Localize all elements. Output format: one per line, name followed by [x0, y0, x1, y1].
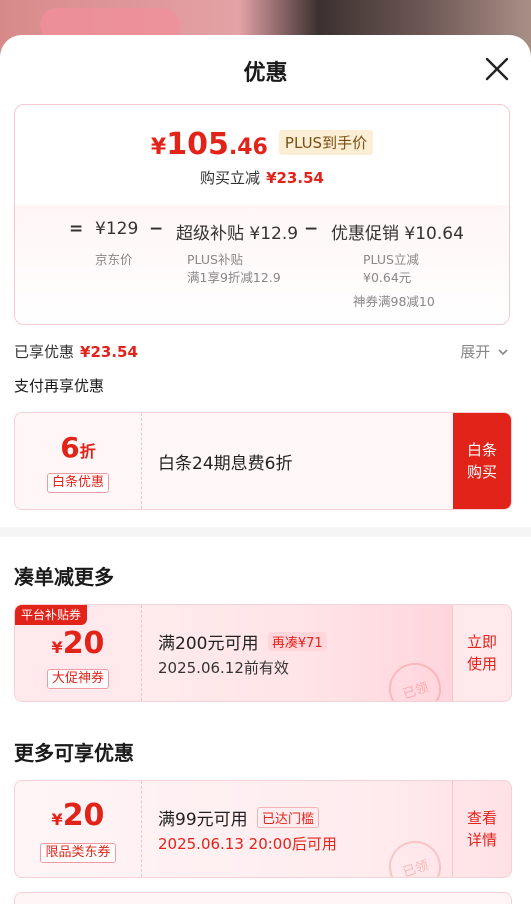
baitiao-description: 白条24期息费6折: [158, 454, 293, 474]
instant-discount-label: 购买立减: [200, 169, 261, 187]
discount-value: 6折: [15, 433, 141, 467]
sheet-title: 优惠: [243, 61, 288, 86]
promo-note-amount: ¥0.64元: [363, 270, 412, 285]
coupon-condition-row: 满200元可用 再凑¥71: [158, 629, 327, 654]
action-line: 白条: [466, 441, 497, 459]
coupon-amount-value: 20: [62, 798, 105, 833]
subsidy-note-detail: 满1享9折减12.9: [187, 270, 281, 285]
coupon-condition-row: 满99元可用 已达门槛: [158, 805, 320, 830]
baitiao-buy-button[interactable]: 白条 购买: [453, 413, 511, 509]
coupon-card: 平台补贴券 ¥20 大促神券 满200元可用 再凑¥71 2025.06.12前…: [14, 604, 512, 702]
instant-discount: 购买立减 ¥23.54: [15, 167, 509, 188]
coupon-condition: 满200元可用: [158, 634, 259, 654]
discount-number: 6: [60, 431, 80, 464]
equals-sign: =: [69, 219, 84, 239]
action-line: 购买: [466, 463, 497, 481]
price-integer: 105: [166, 127, 229, 162]
super-subsidy: 超级补贴 ¥12.9: [176, 224, 299, 244]
subsidy-note-title: PLUS补贴: [187, 252, 243, 267]
jd-price-label: 京东价: [95, 252, 133, 267]
enjoyed-discount: 已享优惠 ¥23.54: [14, 341, 138, 362]
price-decimal: .46: [228, 135, 268, 160]
more-benefits-title: 更多可享优惠: [14, 741, 134, 765]
platform-subsidy-tag: 平台补贴券: [15, 605, 88, 625]
coupon-currency: ¥: [51, 638, 63, 657]
baitiao-tag: 白条优惠: [46, 473, 109, 493]
promo-note-coupon: 神券满98减10: [353, 294, 435, 309]
instant-discount-amount: ¥23.54: [266, 169, 324, 187]
coupon-expiry: 2025.06.13 20:00后可用: [158, 835, 337, 853]
more-orders-title: 凑单减更多: [14, 565, 114, 589]
enjoyed-amount: ¥23.54: [80, 343, 138, 361]
minus-sign: −: [304, 219, 319, 239]
close-icon: [485, 57, 509, 81]
coupon-amount: ¥20: [15, 799, 141, 837]
baitiao-card: 6折 白条优惠 白条24期息费6折 白条 购买: [14, 412, 512, 510]
coupon-card-partial: [14, 892, 512, 904]
coupon-extra-tag: 已达门槛: [257, 807, 320, 828]
pay-section-title: 支付再享优惠: [14, 377, 105, 395]
coupon-amount: ¥20: [15, 627, 141, 665]
action-line: 查看: [466, 809, 497, 827]
discount-unit: 折: [79, 442, 96, 461]
coupon-value: 平台补贴券 ¥20 大促神券: [15, 605, 142, 701]
close-button[interactable]: [483, 55, 511, 83]
action-line: 使用: [466, 655, 497, 673]
baitiao-discount-badge: 6折 白条优惠: [15, 413, 142, 509]
jd-price: ¥129: [95, 219, 139, 239]
coupon-extra-tag: 再凑¥71: [267, 632, 327, 651]
enjoyed-label: 已享优惠: [14, 343, 75, 361]
minus-sign: −: [149, 219, 164, 239]
price-currency: ¥: [150, 135, 167, 160]
final-price: ¥105.46 PLUS到手价: [15, 127, 509, 167]
coupon-expiry: 2025.06.12前有效: [158, 659, 289, 677]
use-now-button[interactable]: 立即 使用: [452, 605, 511, 701]
baitiao-info: 白条24期息费6折: [158, 413, 451, 509]
coupon-card: ¥20 限品类东券 满99元可用 已达门槛 2025.06.13 20:00后可…: [14, 780, 512, 878]
view-details-button[interactable]: 查看 详情: [452, 781, 511, 877]
action-line: 立即: [466, 633, 497, 651]
chevron-down-icon: [498, 349, 508, 356]
promo-discount: 优惠促销 ¥10.64: [331, 224, 464, 244]
action-line: 详情: [466, 831, 497, 849]
coupon-condition: 满99元可用: [158, 810, 248, 830]
expand-button[interactable]: 展开: [460, 341, 509, 362]
expand-label: 展开: [460, 343, 491, 361]
promo-note-title: PLUS立减: [363, 252, 419, 267]
coupon-tag: 大促神券: [46, 669, 109, 689]
section-divider: [0, 527, 531, 537]
price-summary-card: ¥105.46 PLUS到手价 购买立减 ¥23.54 = ¥129 − 超级补贴…: [14, 104, 510, 325]
price-breakdown: = ¥129 − 超级补贴 ¥12.9 − 优惠促销 ¥10.64 京东价 PL…: [15, 205, 509, 324]
coupon-value: ¥20 限品类东券: [15, 781, 142, 877]
plus-price-tag: PLUS到手价: [278, 130, 374, 155]
coupon-tag: 限品类东券: [40, 843, 116, 863]
coupon-amount-value: 20: [62, 626, 105, 661]
discount-sheet: 优惠 ¥105.46 PLUS到手价 购买立减 ¥23.54 = ¥129 − 超…: [0, 35, 531, 904]
coupon-currency: ¥: [51, 810, 63, 829]
